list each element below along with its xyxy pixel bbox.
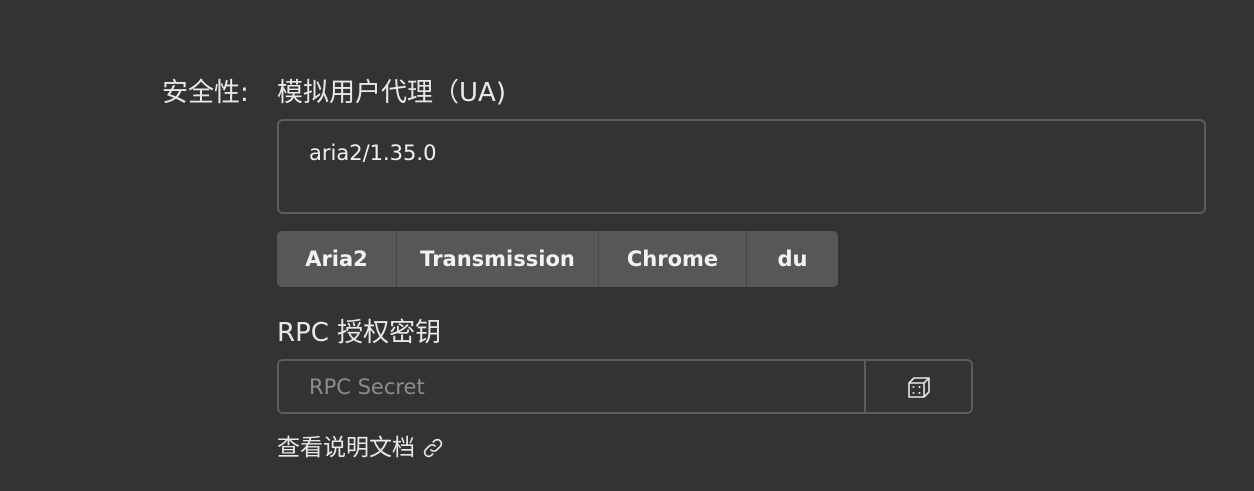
rpc-secret-input[interactable] (279, 361, 866, 412)
rpc-secret-title: RPC 授权密钥 (277, 318, 442, 348)
preset-chrome-button[interactable]: Chrome (599, 231, 747, 287)
user-agent-title: 模拟用户代理（UA) (277, 78, 506, 108)
dice-icon (906, 374, 932, 400)
generate-secret-button[interactable] (866, 361, 971, 412)
security-section-label: 安全性: (162, 78, 249, 108)
preset-du-button[interactable]: du (747, 231, 838, 287)
preset-transmission-button[interactable]: Transmission (397, 231, 599, 287)
external-link-icon (421, 436, 445, 460)
user-agent-preset-group: Aria2 Transmission Chrome du (277, 231, 838, 287)
user-agent-textarea[interactable] (277, 119, 1206, 214)
rpc-secret-field-group (277, 359, 973, 414)
view-docs-link[interactable]: 查看说明文档 (277, 431, 445, 465)
view-docs-label: 查看说明文档 (277, 435, 415, 461)
preset-aria2-button[interactable]: Aria2 (277, 231, 397, 287)
